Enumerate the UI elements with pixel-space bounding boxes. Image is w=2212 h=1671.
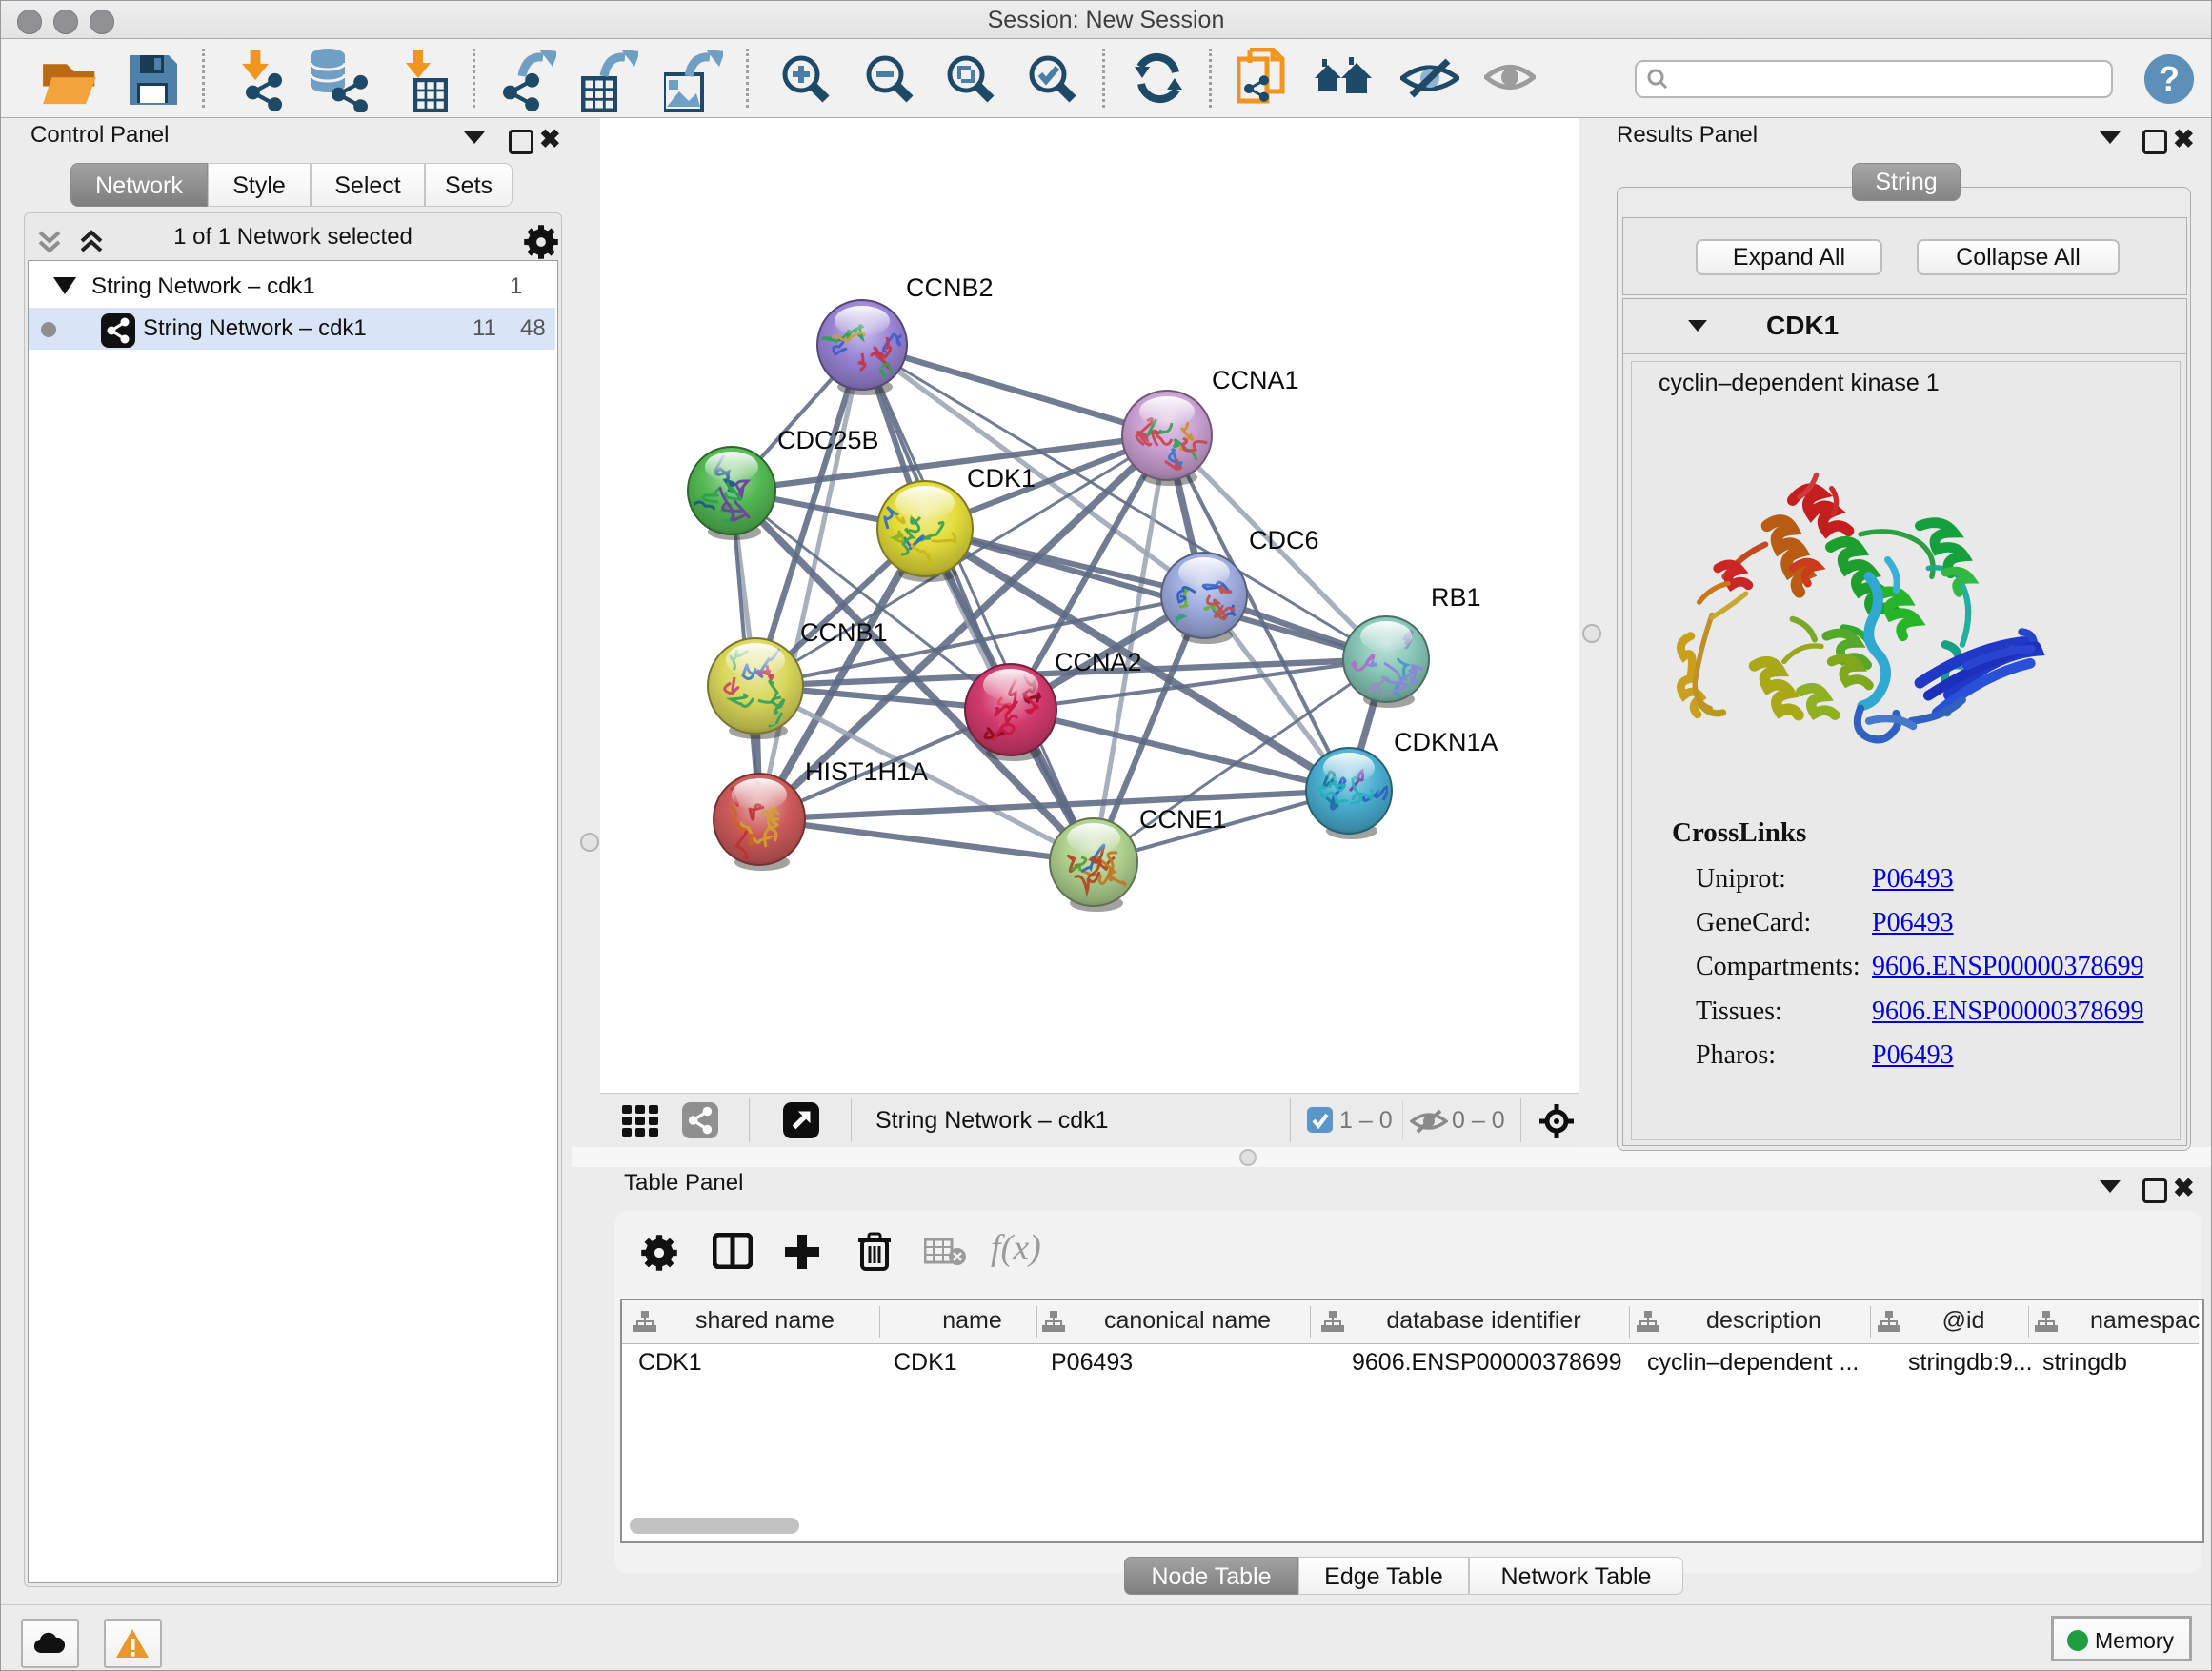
svg-text:CDC25B: CDC25B	[777, 426, 879, 454]
svg-text:CDKN1A: CDKN1A	[1394, 728, 1498, 756]
svg-text:CCNB2: CCNB2	[906, 273, 994, 302]
svg-text:CCNA1: CCNA1	[1212, 366, 1299, 394]
svg-text:HIST1H1A: HIST1H1A	[805, 757, 928, 786]
svg-text:CCNA2: CCNA2	[1055, 648, 1142, 676]
svg-text:CCNB1: CCNB1	[800, 618, 888, 647]
svg-text:RB1: RB1	[1431, 583, 1481, 612]
svg-text:?: ?	[2159, 59, 2180, 98]
svg-text:CCNE1: CCNE1	[1139, 805, 1227, 834]
svg-text:CDK1: CDK1	[967, 464, 1036, 493]
svg-text:CDC6: CDC6	[1249, 526, 1319, 554]
